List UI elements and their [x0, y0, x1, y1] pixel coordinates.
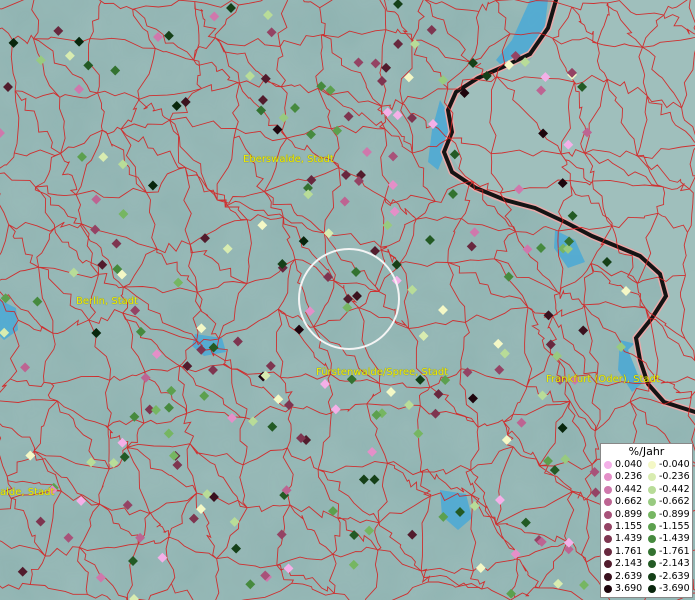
- legend-value: -1.155: [659, 521, 690, 532]
- legend-neg-6: -1.439: [648, 533, 690, 545]
- label-frankfurt-oder: Frankfurt (Oder), Stadt: [546, 374, 660, 385]
- legend-swatch: [604, 535, 612, 544]
- legend-pos-8: 2.143: [604, 558, 642, 570]
- legend-pos-0: 0.040: [604, 459, 642, 471]
- legend-swatch: [604, 461, 612, 469]
- legend-neg-1: -0.236: [648, 471, 690, 483]
- legend-value: 0.899: [615, 508, 643, 520]
- legend-value: 0.442: [615, 483, 643, 495]
- legend-value: -0.899: [659, 508, 690, 520]
- label-eberswalde: Eberswalde, Stadt: [243, 154, 334, 165]
- legend-value: -2.639: [659, 570, 690, 582]
- legend-neg-3: -0.662: [648, 496, 690, 508]
- legend-pos-9: 2.639: [604, 571, 642, 583]
- legend-swatch: [604, 547, 612, 556]
- legend-swatch: [648, 535, 656, 544]
- legend-swatch: [604, 473, 612, 482]
- legend-swatch: [604, 498, 612, 507]
- legend-swatch: [648, 473, 656, 482]
- legend-swatch: [604, 585, 612, 593]
- legend-pos-1: 0.236: [604, 471, 642, 483]
- legend-value: -0.662: [659, 496, 690, 508]
- legend-pos-7: 1.761: [604, 546, 642, 558]
- legend-pos-5: 1.155: [604, 521, 642, 533]
- legend-pos-6: 1.439: [604, 533, 642, 545]
- legend-swatch: [604, 510, 612, 519]
- legend-value: 0.662: [615, 496, 643, 508]
- legend-value: 2.143: [615, 558, 643, 570]
- legend-pos-4: 0.899: [604, 509, 642, 521]
- legend-value: 1.761: [615, 545, 643, 557]
- legend-swatch: [648, 572, 656, 581]
- legend-value: 1.155: [615, 521, 643, 532]
- legend-value: 3.690: [615, 583, 643, 594]
- legend-value: 0.236: [615, 471, 643, 483]
- legend-swatch: [648, 461, 656, 469]
- legend-title: %/Jahr: [628, 445, 665, 458]
- legend-swatch: [648, 560, 656, 569]
- legend-value: 2.639: [615, 570, 643, 582]
- legend-neg-9: -2.639: [648, 571, 690, 583]
- legend-pos-10: 3.690: [604, 583, 642, 595]
- legend-value: -0.236: [659, 471, 690, 483]
- legend-neg-8: -2.143: [648, 558, 690, 570]
- legend-value: 0.040: [615, 459, 643, 470]
- legend-swatch: [604, 572, 612, 581]
- legend-value: -0.442: [659, 483, 690, 495]
- legend: %/Jahr 0.040 -0.040 0.236 -0.236 0.442 -0.442…: [600, 443, 693, 598]
- legend-neg-10: -3.690: [648, 583, 690, 595]
- legend-pos-2: 0.442: [604, 484, 642, 496]
- legend-swatch: [648, 585, 656, 593]
- legend-neg-4: -0.899: [648, 509, 690, 521]
- legend-value: -0.040: [659, 459, 690, 470]
- legend-swatch: [648, 498, 656, 507]
- label-berlin: Berlin, Stadt: [76, 296, 139, 307]
- legend-swatch: [604, 485, 612, 494]
- legend-neg-5: -1.155: [648, 521, 690, 533]
- legend-value: -1.439: [659, 533, 690, 545]
- legend-pos-3: 0.662: [604, 496, 642, 508]
- legend-value: -1.761: [659, 545, 690, 557]
- legend-neg-7: -1.761: [648, 546, 690, 558]
- legend-neg-2: -0.442: [648, 484, 690, 496]
- legend-neg-0: -0.040: [648, 459, 690, 471]
- legend-swatch: [604, 523, 612, 531]
- legend-swatch: [648, 523, 656, 531]
- label-partial-west: alde, Stadt: [0, 487, 55, 498]
- legend-swatch: [648, 485, 656, 494]
- legend-swatch: [648, 510, 656, 519]
- legend-value: -3.690: [659, 583, 690, 594]
- legend-swatch: [604, 560, 612, 569]
- legend-value: 1.439: [615, 533, 643, 545]
- legend-value: -2.143: [659, 558, 690, 570]
- label-fuerstenwalde: Fürstenwalde/Spree, Stadt: [316, 367, 449, 378]
- legend-swatch: [648, 547, 656, 556]
